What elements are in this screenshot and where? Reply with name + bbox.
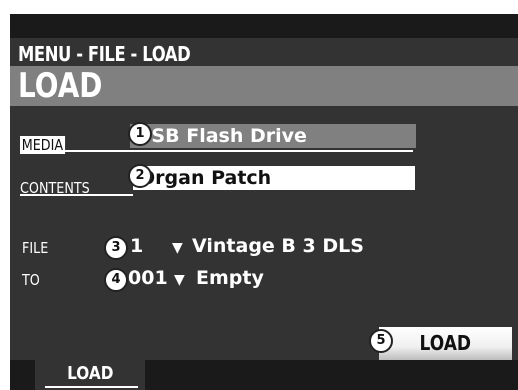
media-field[interactable]: USB Flash Drive bbox=[130, 124, 416, 148]
media-underline bbox=[20, 150, 413, 152]
file-dropdown-icon[interactable]: ▼ bbox=[172, 238, 183, 258]
breadcrumb: MENU - FILE - LOAD bbox=[18, 42, 191, 66]
to-name: Empty bbox=[196, 267, 264, 289]
tab-load-label: LOAD bbox=[66, 363, 114, 384]
page-title: LOAD bbox=[18, 66, 103, 106]
to-number[interactable]: 001 bbox=[128, 266, 168, 290]
file-label: FILE bbox=[22, 239, 49, 257]
callout-5-badge: 5 bbox=[369, 329, 393, 353]
tab-underline bbox=[45, 386, 138, 388]
title-bar: LOAD bbox=[10, 66, 518, 106]
to-dropdown-icon[interactable]: ▼ bbox=[174, 270, 185, 290]
top-bar bbox=[10, 14, 518, 38]
contents-underline bbox=[20, 194, 133, 196]
file-number[interactable]: 1 bbox=[130, 234, 143, 258]
to-label: TO bbox=[22, 271, 40, 289]
callout-2-badge: 2 bbox=[128, 164, 152, 188]
screen: MENU - FILE - LOAD LOAD MEDIA USB Flash … bbox=[0, 0, 518, 390]
lcd-display: MENU - FILE - LOAD LOAD MEDIA USB Flash … bbox=[10, 14, 518, 390]
file-name: Vintage B 3 DLS bbox=[192, 235, 364, 257]
callout-1-badge: 1 bbox=[128, 122, 152, 146]
contents-field[interactable]: Organ Patch bbox=[133, 166, 415, 190]
load-button[interactable]: LOAD bbox=[379, 327, 512, 360]
callout-4-badge: 4 bbox=[104, 268, 128, 292]
load-button-label: LOAD bbox=[419, 331, 472, 355]
callout-3-badge: 3 bbox=[104, 236, 128, 260]
